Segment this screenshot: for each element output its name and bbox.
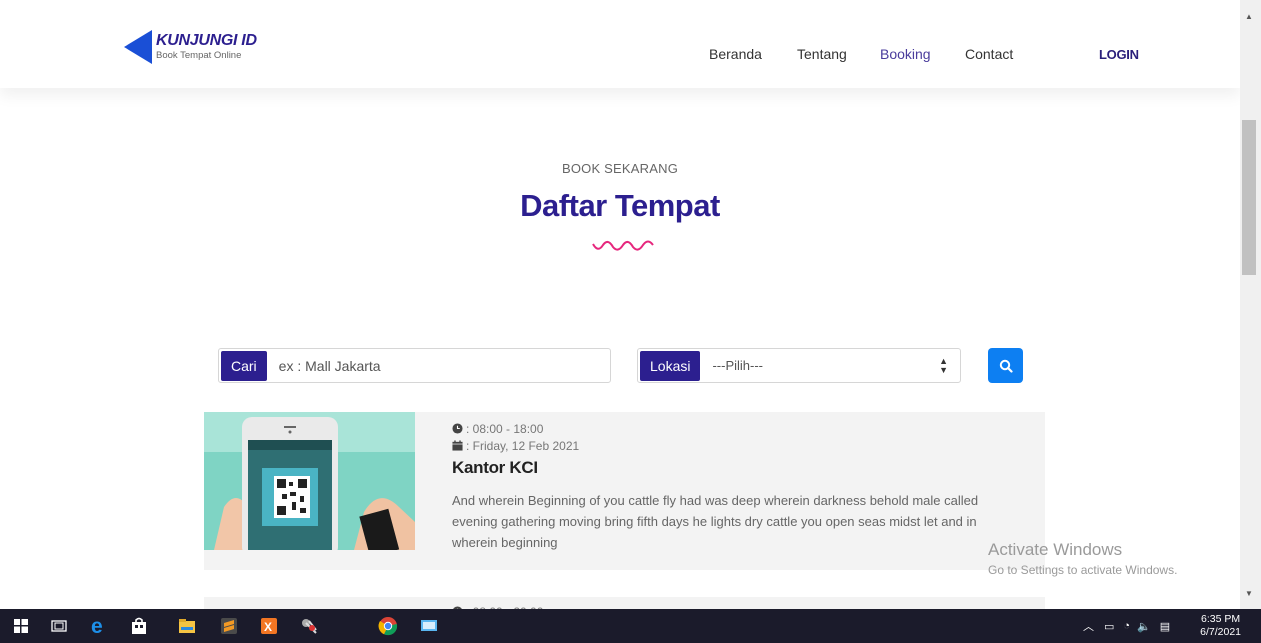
- nav-item-tentang[interactable]: Tentang: [797, 46, 847, 62]
- navbar: KUNJUNGI ID Book Tempat Online Beranda T…: [0, 0, 1240, 88]
- notification-icon[interactable]: ▤: [1160, 620, 1170, 633]
- chrome-icon[interactable]: [369, 609, 407, 643]
- remote-desktop-icon[interactable]: [410, 609, 448, 643]
- qr-scan-phone-image: [204, 412, 415, 550]
- search-icon: [999, 359, 1013, 373]
- location-select-value: ---Pilih---: [712, 358, 764, 373]
- taskbar-clock[interactable]: 6:35 PM 6/7/2021: [1200, 613, 1241, 639]
- listing-date: : Friday, 12 Feb 2021: [452, 437, 1015, 454]
- brand-subtitle: Book Tempat Online: [156, 50, 242, 62]
- svg-text:e: e: [91, 616, 103, 636]
- listing-description: And wherein Beginning of you cattle fly …: [452, 493, 979, 550]
- scroll-down-arrow-icon[interactable]: ▼: [1245, 589, 1253, 598]
- task-view-icon[interactable]: [40, 609, 78, 643]
- calendar-icon: [452, 440, 463, 451]
- volume-icon[interactable]: 🔈: [1137, 620, 1151, 633]
- listing-card[interactable]: : 08:00 - 18:00 : Friday, 12 Feb 2021 Ka…: [204, 412, 1045, 570]
- search-button[interactable]: [988, 348, 1023, 383]
- scroll-up-arrow-icon[interactable]: ▲: [1245, 12, 1253, 21]
- wifi-icon[interactable]: ◔: [1123, 620, 1130, 632]
- brand-title: KUNJUNGI ID: [156, 32, 257, 50]
- section-subheading: BOOK SEKARANG: [561, 161, 679, 176]
- location-group: Lokasi ---Pilih--- ▲ ▼: [637, 348, 961, 383]
- clock-time: 6:35 PM: [1201, 613, 1241, 625]
- system-tray: ︿ ▭ ◔ 🔈 ▤: [1083, 609, 1170, 643]
- listing-image[interactable]: [204, 412, 415, 550]
- scrollbar[interactable]: ▲ ▼: [1240, 0, 1261, 609]
- listing-title[interactable]: Kantor KCI: [452, 458, 1015, 478]
- windows-start-icon[interactable]: [2, 609, 40, 643]
- cari-label: Cari: [221, 351, 267, 381]
- sublime-icon[interactable]: [210, 609, 248, 643]
- location-select[interactable]: Lokasi ---Pilih--- ▲ ▼: [637, 348, 961, 383]
- logo-arrow-icon: [124, 30, 154, 64]
- chevron-up-icon[interactable]: ︿: [1083, 618, 1094, 634]
- edge-icon[interactable]: e: [80, 609, 118, 643]
- watermark-title: Activate Windows: [988, 540, 1123, 559]
- page-title: Daftar Tempat: [520, 188, 720, 223]
- search-group: Cari: [218, 348, 611, 383]
- login-button[interactable]: LOGIN: [1099, 47, 1139, 62]
- watermark-subtitle: Go to Settings to activate Windows.: [988, 563, 1178, 577]
- listing-time-text: : 08:00 - 18:00: [466, 421, 544, 436]
- select-caret-icon: ▲ ▼: [939, 355, 948, 375]
- lokasi-label: Lokasi: [640, 351, 701, 381]
- taskbar: e X ︿ ▭ ◔ 🔈 ▤ 6:35 PM 6/7/2021: [0, 609, 1261, 643]
- brand-logo[interactable]: KUNJUNGI ID Book Tempat Online: [124, 30, 257, 64]
- scroll-thumb[interactable]: [1242, 120, 1256, 275]
- listing-time: : 08:00 - 18:00: [452, 420, 1015, 437]
- clock-date: 6/7/2021: [1200, 626, 1241, 638]
- svg-text:X: X: [264, 620, 272, 634]
- xampp-icon[interactable]: X: [250, 609, 288, 643]
- nav-item-contact[interactable]: Contact: [965, 46, 1013, 62]
- nav-item-beranda[interactable]: Beranda: [709, 46, 762, 62]
- store-icon[interactable]: [120, 609, 158, 643]
- clock-icon: [452, 423, 463, 434]
- listing-date-text: : Friday, 12 Feb 2021: [466, 438, 580, 453]
- nav-item-booking[interactable]: Booking: [880, 46, 931, 62]
- snipping-tool-icon[interactable]: [290, 609, 328, 643]
- squiggle-divider-icon: [592, 240, 654, 251]
- file-explorer-icon[interactable]: [168, 609, 206, 643]
- search-input[interactable]: [266, 349, 610, 382]
- battery-icon[interactable]: ▭: [1104, 620, 1114, 633]
